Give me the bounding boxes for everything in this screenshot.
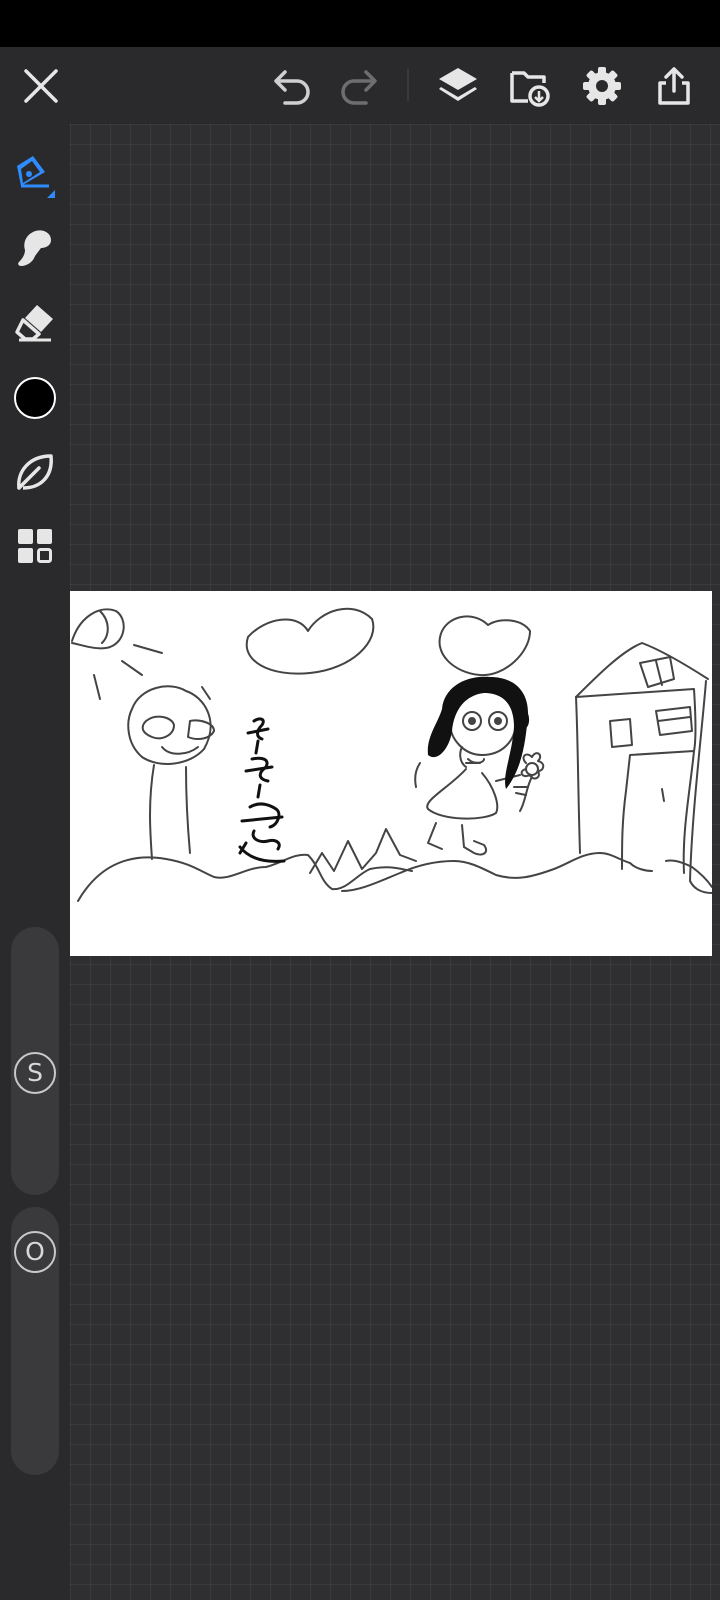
sketch-drawing [71,607,712,902]
brush-opacity-handle[interactable]: O [14,1231,56,1273]
smudge-tool-button[interactable] [5,218,65,278]
grid-icon [18,529,52,563]
more-tools-button[interactable] [5,516,65,576]
settings-button[interactable] [572,47,632,124]
color-swatch [14,377,56,419]
top-toolbar [0,47,720,124]
import-icon [510,70,550,107]
undo-icon [274,69,310,105]
share-icon [658,66,690,105]
brush-size-slider[interactable]: S [11,927,59,1195]
gear-icon [583,66,621,105]
drawing-canvas[interactable] [70,591,712,956]
pen-icon [17,156,55,198]
leaf-icon [17,454,53,490]
eraser-icon [15,305,53,342]
share-button[interactable] [644,47,704,124]
redo-icon [341,69,377,105]
status-bar [0,0,720,47]
brush-library-button[interactable] [5,442,65,502]
close-button[interactable] [11,47,71,124]
import-button[interactable] [500,47,560,124]
brush-size-handle[interactable]: S [14,1052,56,1094]
close-icon [24,68,58,103]
brush-opacity-slider[interactable]: O [11,1207,59,1475]
color-picker-button[interactable] [5,368,65,428]
redo-button[interactable] [328,47,388,124]
pen-tool-button[interactable] [5,144,65,204]
undo-button[interactable] [263,47,323,124]
layers-icon [439,67,477,101]
layers-button[interactable] [428,47,488,124]
smudge-icon [18,230,51,266]
tool-sidebar: S O [0,124,70,1600]
eraser-tool-button[interactable] [5,292,65,352]
toolbar-divider [407,69,409,101]
